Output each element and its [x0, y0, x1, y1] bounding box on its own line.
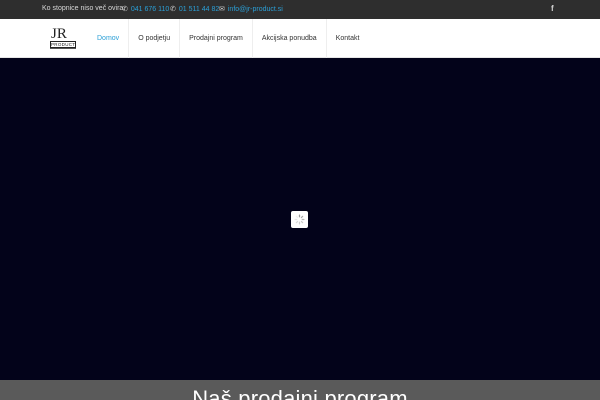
tagline: Ko stopnice niso več ovira.: [42, 5, 126, 12]
facebook-icon[interactable]: f: [551, 4, 554, 13]
spinner-icon: [294, 214, 305, 225]
logo-underline: [50, 48, 76, 49]
phone-contact-2[interactable]: ✆ 01 511 44 82: [170, 5, 219, 14]
logo-subtext: PRODUCT: [50, 41, 76, 48]
phone-number-2[interactable]: 01 511 44 82: [179, 6, 219, 13]
main-menu: Domov O podjetju Prodajni program Akcijs…: [88, 19, 368, 58]
menu-item-akcijska-ponudba[interactable]: Akcijska ponudba: [253, 19, 327, 58]
phone-number-1[interactable]: 041 676 110: [131, 6, 169, 13]
phone-icon: ✆: [122, 6, 128, 13]
menu-item-domov[interactable]: Domov: [88, 19, 130, 58]
loading-spinner-icon: [291, 211, 308, 228]
envelope-icon: ✉: [219, 6, 225, 13]
email-contact[interactable]: ✉ info@jr-product.si: [219, 5, 283, 14]
section-title: Naš prodajni program: [192, 386, 408, 400]
menu-item-o-podjetju[interactable]: O podjetju: [129, 19, 181, 58]
logo[interactable]: JR PRODUCT: [50, 26, 76, 51]
email-link[interactable]: info@jr-product.si: [228, 6, 283, 13]
menu-item-kontakt[interactable]: Kontakt: [327, 19, 369, 58]
top-bar: Ko stopnice niso več ovira. ✆ 041 676 11…: [0, 0, 600, 19]
main-navbar: JR PRODUCT Domov O podjetju Prodajni pro…: [0, 19, 600, 58]
phone-icon: ✆: [170, 6, 176, 13]
phone-contact-1[interactable]: ✆ 041 676 110: [122, 5, 169, 14]
section-band: Naš prodajni program: [0, 380, 600, 400]
menu-item-prodajni-program[interactable]: Prodajni program: [180, 19, 253, 58]
